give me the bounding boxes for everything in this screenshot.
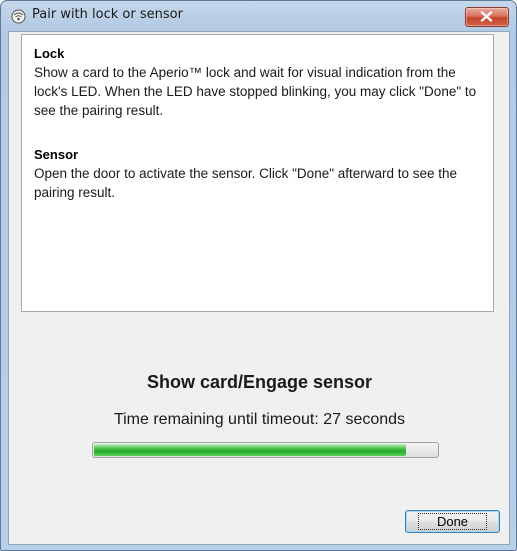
timeout-text: Time remaining until timeout: 27 seconds	[113, 411, 406, 428]
progress-fill	[94, 444, 406, 456]
window-title: Pair with lock or sensor	[32, 7, 183, 22]
title-bar[interactable]: Pair with lock or sensor	[1, 1, 516, 31]
instructions-panel: Lock Show a card to the Aperio™ lock and…	[21, 34, 494, 312]
done-button-label: Done	[417, 513, 488, 530]
timeout-progress-bar	[92, 442, 439, 458]
status-heading: Show card/Engage sensor	[146, 372, 373, 392]
sensor-heading: Sensor	[34, 147, 79, 162]
lock-instructions: Show a card to the Aperio™ lock and wait…	[34, 65, 477, 118]
done-button[interactable]: Done	[405, 510, 500, 533]
sensor-instructions: Open the door to activate the sensor. Cl…	[34, 166, 458, 200]
pair-dialog-window: Pair with lock or sensor Lock Show a car…	[0, 0, 517, 551]
close-icon	[480, 11, 493, 22]
lock-heading: Lock	[34, 46, 65, 61]
pair-lock-icon	[11, 9, 26, 24]
close-button[interactable]	[465, 7, 509, 27]
